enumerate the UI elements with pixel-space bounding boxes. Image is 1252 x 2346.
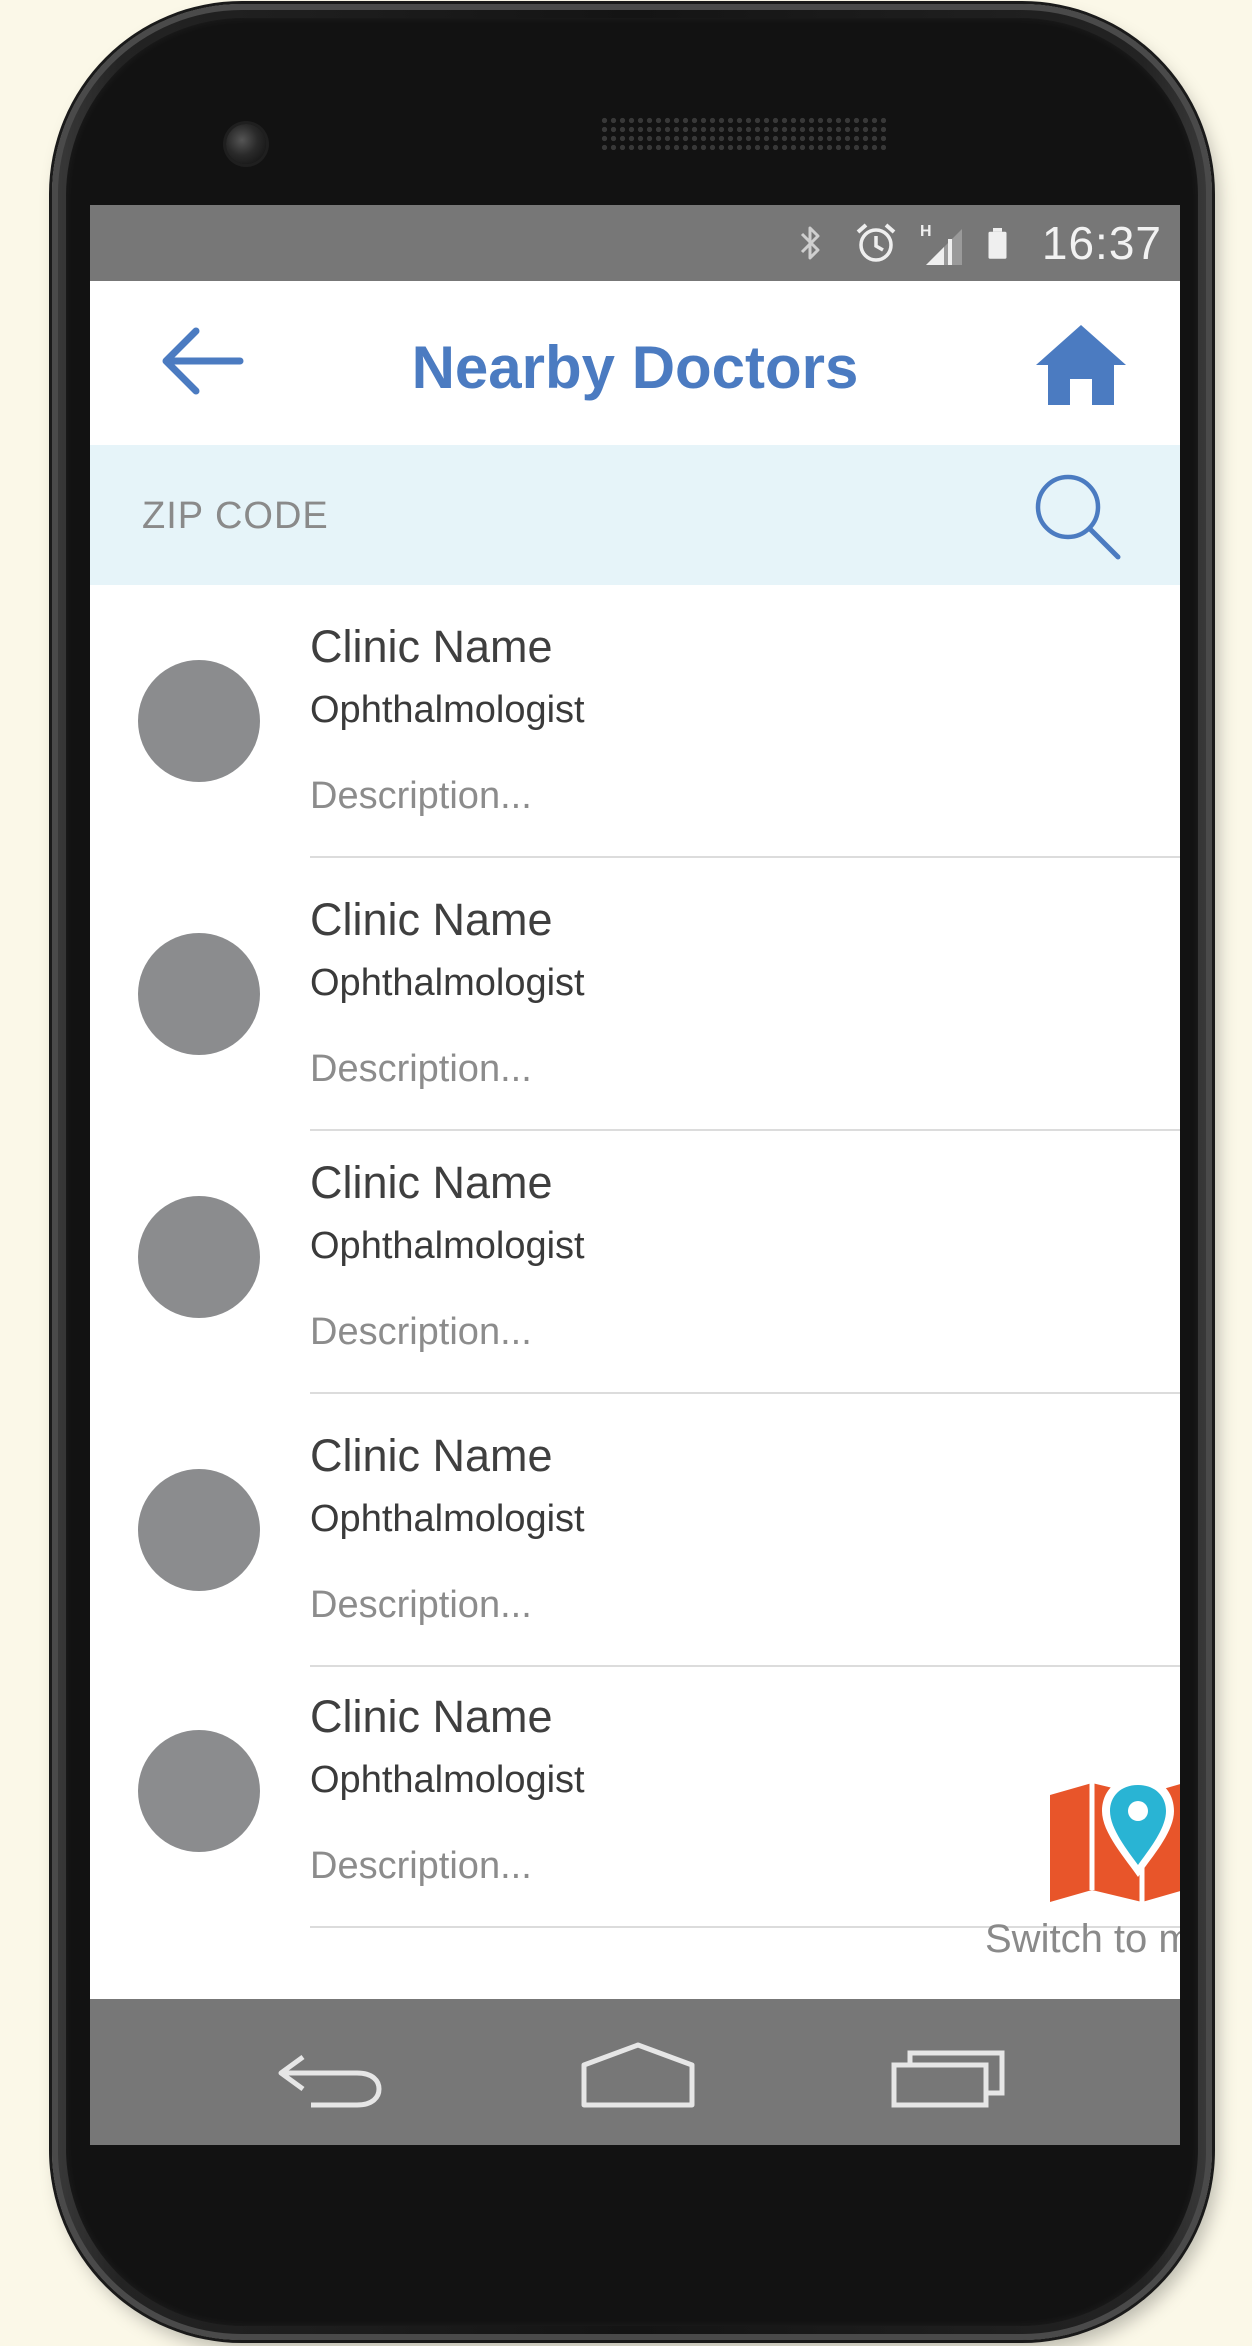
search-icon[interactable] [1028,469,1128,565]
bluetooth-icon [800,226,820,260]
clinic-name: Clinic Name [310,894,553,945]
android-nav-bar [90,1999,1180,2145]
app-screen: H 16:37 Nearby Doctors ZIP CODE Clinic N… [90,205,1180,2145]
clinic-name: Clinic Name [310,1157,553,1208]
status-time: 16:37 [1041,217,1162,269]
switch-to-map-label: Switch to map [985,1917,1180,1961]
clinic-name: Clinic Name [310,1430,553,1481]
nav-home-icon[interactable] [578,2035,698,2115]
alarm-icon [856,223,896,262]
zip-code-input[interactable] [140,475,1004,557]
avatar [138,1469,260,1591]
doctor-description: Description... [310,1048,532,1090]
doctor-specialty: Ophthalmologist [310,1498,585,1540]
avatar [138,1730,260,1852]
switch-to-map-button[interactable]: Switch to map [890,1775,1180,1975]
battery-icon [988,228,1007,259]
doctor-description: Description... [310,1311,532,1353]
front-camera [226,124,266,164]
doctor-list-item[interactable]: Clinic Name Ophthalmologist Description.… [90,585,1180,858]
status-icons: H 16:37 [786,205,1162,281]
nav-recent-apps-icon[interactable] [890,2035,1008,2115]
home-icon[interactable] [1034,321,1128,407]
doctor-description: Description... [310,1584,532,1626]
app-header: Nearby Doctors [90,281,1180,445]
clinic-name: Clinic Name [310,621,553,672]
avatar [138,933,260,1055]
doctor-list-item[interactable]: Clinic Name Ophthalmologist Description.… [90,858,1180,1131]
signal-icon: H [920,223,962,265]
page-title: Nearby Doctors [411,334,859,401]
clinic-name: Clinic Name [310,1691,553,1742]
avatar [138,1196,260,1318]
map-pin-icon [1050,1777,1180,1902]
doctor-list-item[interactable]: Clinic Name Ophthalmologist Description.… [90,1131,1180,1404]
doctor-description: Description... [310,1845,532,1887]
svg-text:H: H [920,223,932,240]
nav-back-icon[interactable] [275,2035,385,2115]
avatar [138,660,260,782]
doctor-list-item[interactable]: Clinic Name Ophthalmologist Description.… [90,1394,1180,1667]
doctor-specialty: Ophthalmologist [310,1759,585,1801]
status-bar: H 16:37 [90,205,1180,281]
doctor-specialty: Ophthalmologist [310,1225,585,1267]
doctor-specialty: Ophthalmologist [310,689,585,731]
doctor-specialty: Ophthalmologist [310,962,585,1004]
search-bar [90,445,1180,585]
earpiece-speaker [600,116,886,150]
doctor-description: Description... [310,775,532,817]
